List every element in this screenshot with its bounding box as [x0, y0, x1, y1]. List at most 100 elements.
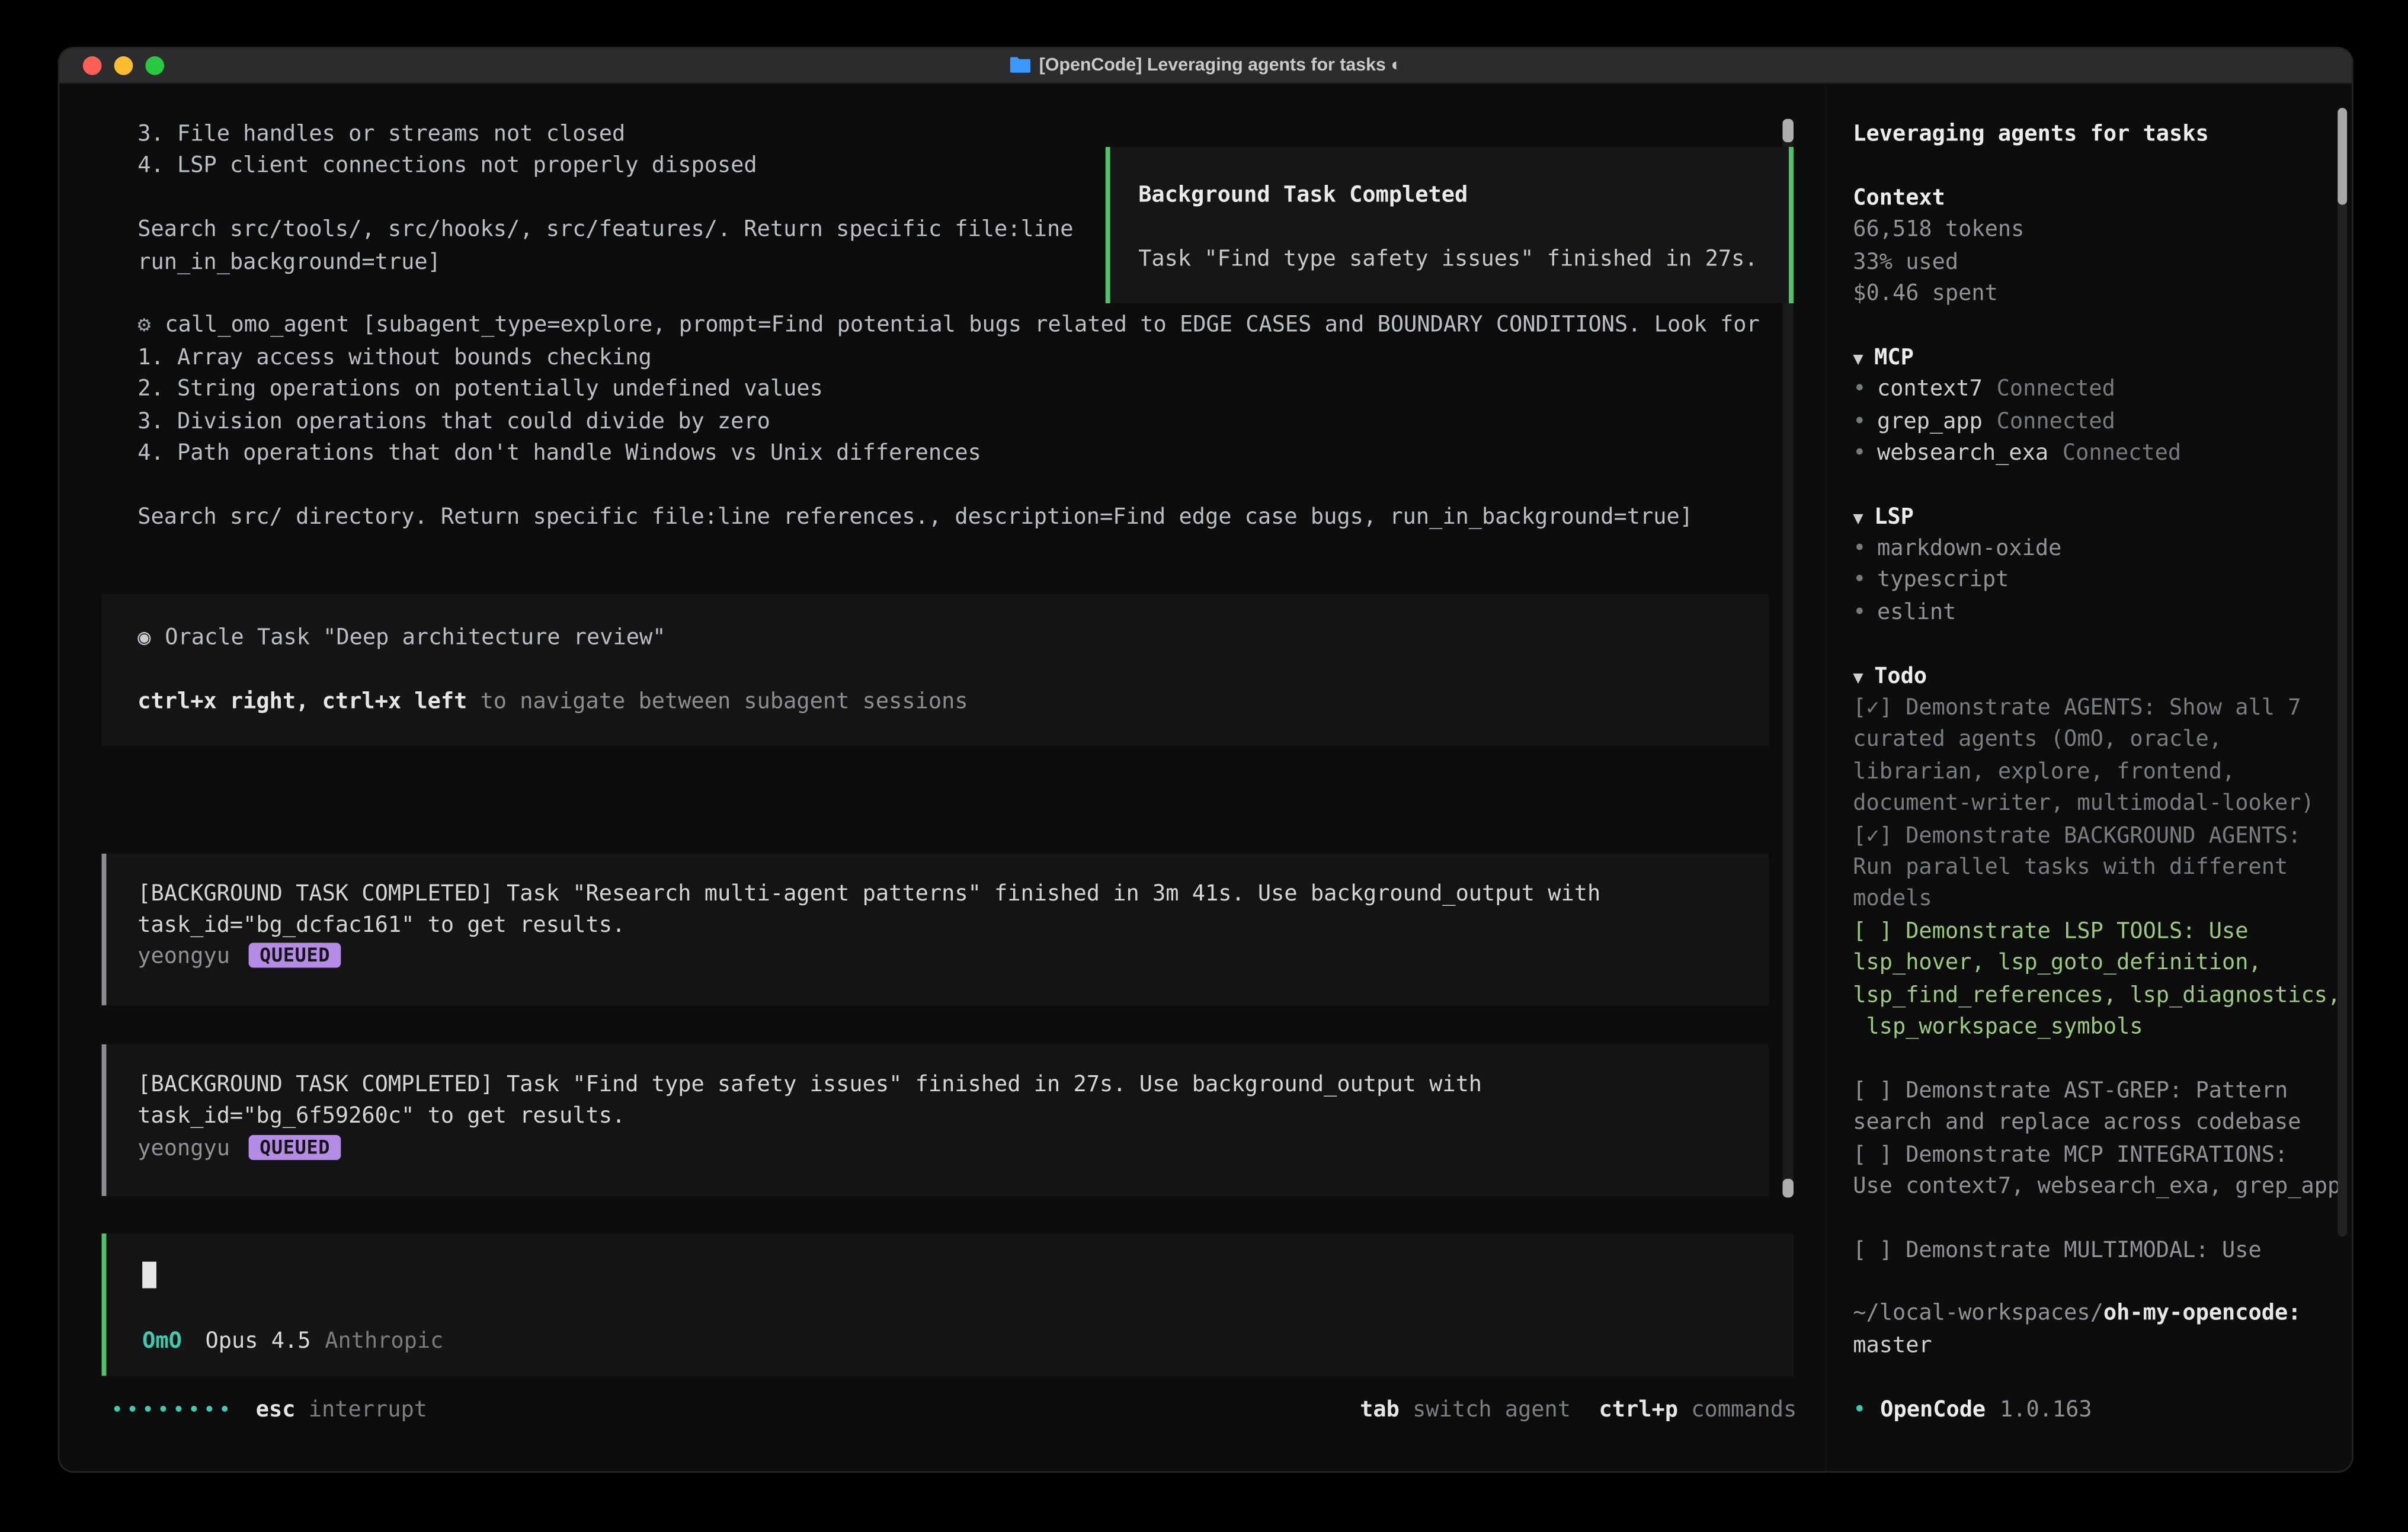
- mcp-name: context7: [1877, 377, 1983, 402]
- bullet-icon: •: [1853, 568, 1866, 593]
- gear-icon: ⚙: [137, 313, 150, 338]
- todo-line: models: [1853, 884, 2352, 916]
- main-scrollbar-thumb-top[interactable]: [1782, 119, 1793, 143]
- blank-row: [1853, 1043, 2352, 1075]
- lsp-item: • typescript: [1853, 565, 2352, 597]
- transcript-line: 4. Path operations that don't handle Win…: [59, 438, 1824, 470]
- sidebar-scrollbar-track[interactable]: [2337, 108, 2347, 1236]
- blank-row: [1853, 1267, 2352, 1299]
- app-name: OpenCode: [1880, 1397, 1986, 1422]
- ctrlp-key-hint: ctrl+p: [1599, 1398, 1678, 1423]
- context-tokens: 66,518 tokens: [1853, 214, 2352, 246]
- window-title-text: [OpenCode] Leveraging agents for tasks ◐: [1039, 56, 1402, 75]
- mcp-name: grep_app: [1877, 409, 1983, 434]
- blank-row: [1853, 1203, 2352, 1235]
- status-left: •••••••• esc interrupt: [111, 1395, 427, 1428]
- lsp-item: •markdown-oxide: [1853, 533, 2352, 565]
- message-line: task_id="bg_dcfac161" to get results.: [137, 910, 1768, 942]
- workspace-path-name: oh-my-opencode:: [2103, 1302, 2301, 1326]
- todo-line: search and replace across codebase: [1853, 1107, 2352, 1139]
- todo-line: document-writer, multimodal-looker): [1853, 789, 2352, 821]
- spinner-dots-icon: ••••••••: [111, 1400, 233, 1424]
- todo-line-active: [ ] Demonstrate LSP TOOLS: Use: [1853, 916, 2352, 948]
- toast-body: Task "Find type safety issues" finished …: [1138, 243, 1789, 275]
- oracle-blank-row: [137, 654, 1768, 686]
- message-meta: yeongyu QUEUED: [137, 1133, 1768, 1165]
- main-pane: Background Task Completed Task "Find typ…: [59, 83, 1824, 1471]
- session-title: Leveraging agents for tasks: [1853, 119, 2352, 151]
- transcript-line: [59, 469, 1824, 501]
- mcp-item: •context7Connected: [1853, 374, 2352, 406]
- prompt-input[interactable]: OmOOpus 4.5Anthropic: [102, 1233, 1794, 1376]
- sidebar-scrollbar-thumb[interactable]: [2337, 108, 2347, 205]
- input-model-name: Opus 4.5: [205, 1329, 310, 1354]
- background-task-toast[interactable]: Background Task Completed Task "Find typ…: [1106, 147, 1794, 303]
- session-sidebar: Leveraging agents for tasks Context 66,5…: [1825, 83, 2352, 1471]
- mcp-section-header[interactable]: ▼ MCP: [1853, 342, 2352, 374]
- transcript-line: 3. File handles or streams not closed: [59, 119, 1824, 151]
- todo-section-header[interactable]: ▼Todo: [1853, 661, 2352, 693]
- workspace-path-prefix: ~/local-workspaces/: [1853, 1302, 2103, 1326]
- tab-key-label: switch agent: [1400, 1398, 1571, 1423]
- todo-line-active: lsp_hover, lsp_goto_definition,: [1853, 948, 2352, 980]
- mcp-item: •websearch_exaConnected: [1853, 438, 2352, 470]
- agent-header: ▣OmO·claude-opus-4-5: [59, 785, 1824, 817]
- todo-heading: Todo: [1874, 664, 1927, 689]
- mcp-status: Connected: [2063, 441, 2181, 466]
- bullet-icon: •: [1853, 600, 1866, 625]
- oracle-hint-row: ctrl+x right, ctrl+x left to navigate be…: [137, 686, 1768, 718]
- oracle-task-title: Oracle Task "Deep architecture review": [165, 626, 665, 650]
- todo-line: [ ] Demonstrate AST-GREP: Pattern: [1853, 1075, 2352, 1107]
- mcp-heading: MCP: [1874, 345, 1914, 370]
- esc-key-hint: esc: [256, 1398, 296, 1423]
- todo-line: Run parallel tasks with different: [1853, 852, 2352, 884]
- window-titlebar: [OpenCode] Leveraging agents for tasks ◐: [59, 49, 2352, 85]
- input-spacer: [142, 1288, 1794, 1325]
- message-author: yeongyu: [137, 1136, 230, 1161]
- mcp-status: Connected: [1997, 409, 2115, 434]
- context-spent: $0.46 spent: [1853, 278, 2352, 310]
- queued-badge: QUEUED: [249, 1134, 341, 1159]
- queued-badge: QUEUED: [249, 943, 341, 968]
- content: Background Task Completed Task "Find typ…: [59, 83, 2352, 1471]
- oracle-hint-keys: ctrl+x right, ctrl+x left: [137, 689, 467, 714]
- folder-icon: [1010, 52, 1030, 86]
- todo-line: [ ] Demonstrate MCP INTEGRATIONS:: [1853, 1139, 2352, 1171]
- toast-title: Background Task Completed: [1138, 180, 1789, 211]
- esc-key-label: interrupt: [296, 1398, 427, 1423]
- message-meta: yeongyuQUEUED: [137, 942, 1768, 974]
- todo-line: [ ] Demonstrate MULTIMODAL: Use: [1853, 1235, 2352, 1267]
- blank-row: [1853, 469, 2352, 501]
- message-line: [BACKGROUND TASK COMPLETED] Task "Find t…: [137, 1069, 1768, 1101]
- context-heading: Context: [1853, 182, 2352, 214]
- main-scrollbar-thumb-bottom[interactable]: [1782, 1179, 1793, 1198]
- bullet-icon: •: [1853, 377, 1866, 402]
- tool-call-text: call_omo_agent [subagent_type=explore, p…: [165, 313, 1759, 338]
- lsp-heading: LSP: [1874, 505, 1914, 530]
- oracle-task-title-row: ◉ Oracle Task "Deep architecture review": [137, 623, 1768, 655]
- status-right: tab switch agentctrl+p commands: [1360, 1395, 1797, 1427]
- blank-row: [1853, 150, 2352, 182]
- app-version-row: •OpenCode1.0.163: [1853, 1394, 2352, 1426]
- oracle-hint-text: to navigate between subagent sessions: [467, 689, 968, 714]
- chevron-down-icon: ▼: [1853, 508, 1863, 528]
- lsp-name: typescript: [1877, 568, 2009, 593]
- app-version: 1.0.163: [2000, 1397, 2092, 1422]
- bullet-icon: •: [1853, 441, 1866, 466]
- message-line: task_id="bg_6f59260c" to get results.: [137, 1101, 1768, 1133]
- toast-blank-row: [1138, 211, 1789, 243]
- oracle-icon: ◉: [137, 626, 150, 650]
- transcript-line: 1. Array access without bounds checking: [59, 342, 1824, 374]
- blank-row: [1853, 629, 2352, 661]
- ctrlp-key-label: commands: [1678, 1398, 1797, 1423]
- lsp-section-header[interactable]: ▼ LSP: [1853, 501, 2352, 533]
- chevron-down-icon: ▼: [1853, 348, 1863, 368]
- transcript-line: 3. Division operations that could divide…: [59, 406, 1824, 438]
- lsp-item: •eslint: [1853, 597, 2352, 629]
- bullet-icon: •: [1853, 536, 1866, 561]
- queued-message: [BACKGROUND TASK COMPLETED] Task "Resear…: [102, 853, 1769, 1005]
- context-used: 33% used: [1853, 246, 2352, 278]
- todo-line-active: lsp_find_references, lsp_diagnostics,: [1853, 979, 2352, 1011]
- model-indicator-row: OmOOpus 4.5Anthropic: [142, 1326, 1794, 1358]
- bullet-icon: •: [1853, 409, 1866, 434]
